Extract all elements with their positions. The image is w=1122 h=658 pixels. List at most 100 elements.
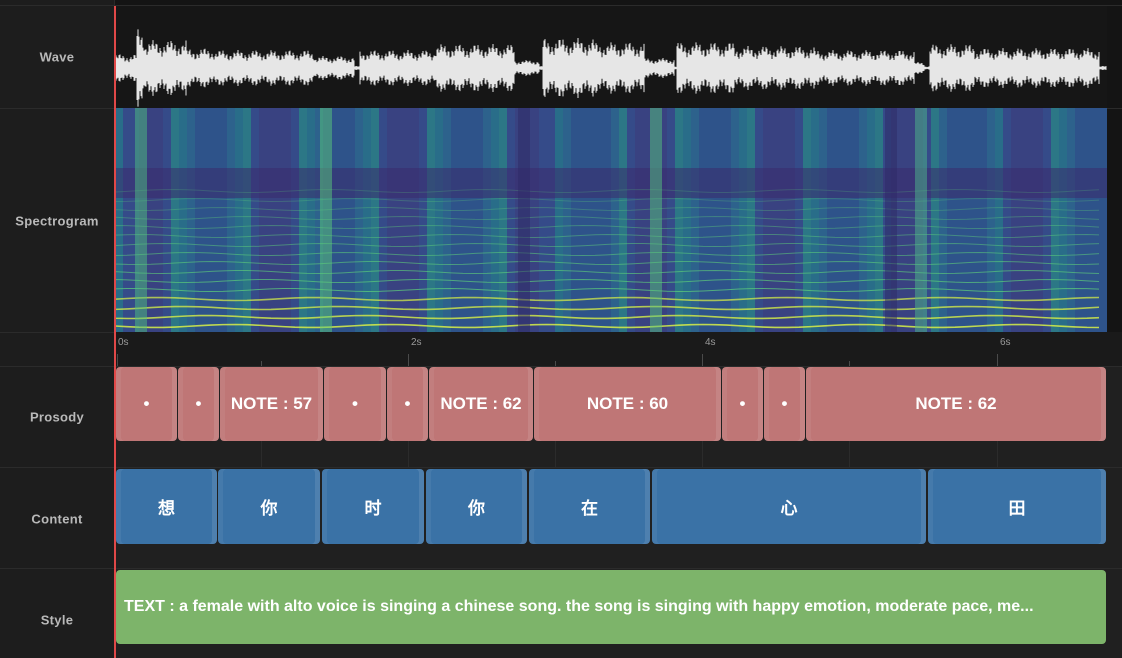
ruler-label-0: 0s [118,337,129,348]
waveform-path [114,29,1107,107]
spectrogram-column [227,108,235,332]
ruler-tick [555,361,556,366]
spectrogram-column [835,108,843,332]
spectrogram-column [571,108,579,332]
prosody-block[interactable]: NOTE : 62 [806,367,1106,441]
spectrogram-column [379,108,387,332]
prosody-block[interactable]: NOTE : 62 [429,367,533,441]
spectrogram-column [531,108,539,332]
style-lane: TEXT : a female with alto voice is singi… [115,569,1122,658]
spectrogram-column [1027,108,1035,332]
spectrogram-column [419,108,427,332]
spectrogram-column [387,108,395,332]
ruler-label-2: 2s [411,337,422,348]
spectrogram-column [371,108,379,332]
spectrogram-column [155,108,163,332]
spectrogram-onset [320,108,332,332]
spectrogram-onset [135,108,147,332]
spectrogram-column [675,108,683,332]
spectrogram-column [683,108,691,332]
prosody-block[interactable]: • [324,367,386,441]
prosody-block[interactable]: • [387,367,428,441]
ruler-tick [261,361,262,366]
spectrogram-column [307,108,315,332]
spectrogram-column [859,108,867,332]
spectrogram-column [235,108,243,332]
time-ruler[interactable]: 0s 2s 4s 6s [115,332,1122,366]
track-label-column: Wave Spectrogram Prosody Content Style [0,0,115,658]
content-block[interactable]: 你 [426,469,527,544]
spectrogram-column [203,108,211,332]
spectrogram-column [715,108,723,332]
spectrogram-column [251,108,259,332]
content-block[interactable]: 想 [116,469,217,544]
spectrogram-column [699,108,707,332]
spectrogram-column [363,108,371,332]
prosody-block[interactable]: • [722,367,763,441]
spectrogram-column [467,108,475,332]
spectrogram-column [211,108,219,332]
style-block[interactable]: TEXT : a female with alto voice is singi… [116,570,1106,644]
spectrogram-onset [518,108,530,332]
spectrogram-column [731,108,739,332]
ruler-tick [408,354,409,366]
spectrogram-column [851,108,859,332]
prosody-block[interactable]: NOTE : 60 [534,367,721,441]
spectrogram-track[interactable] [115,108,1107,332]
prosody-block[interactable]: • [764,367,805,441]
style-block-text: TEXT : a female with alto voice is singi… [124,598,1034,615]
spectrogram-column [843,108,851,332]
spectrogram-column [219,108,227,332]
spectrogram-column [867,108,875,332]
ruler-label-6: 6s [1000,337,1011,348]
content-block[interactable]: 你 [218,469,320,544]
spectrogram-column [987,108,995,332]
spectrogram-column [1099,108,1107,332]
spectrogram-column [395,108,403,332]
spectrogram-column [723,108,731,332]
content-block[interactable]: 田 [928,469,1106,544]
spectrogram-column [403,108,411,332]
spectrogram-column [691,108,699,332]
spectrogram-column [1043,108,1051,332]
spectrogram-band [115,168,1107,198]
waveform-track[interactable] [114,6,1107,108]
content-block[interactable]: 心 [652,469,926,544]
spectrogram-column [547,108,555,332]
spectrogram-column [579,108,587,332]
prosody-block[interactable]: NOTE : 57 [220,367,323,441]
spectrogram-column [259,108,267,332]
waveform-graphic [114,29,1107,107]
content-block[interactable]: 在 [529,469,650,544]
ruler-tick [117,354,118,366]
spectrogram-column [539,108,547,332]
spectrogram-column [1003,108,1011,332]
track-label-prosody: Prosody [29,409,85,425]
ruler-tick [997,354,998,366]
spectrogram-onset [915,108,927,332]
prosody-block[interactable]: • [178,367,219,441]
spectrogram-column [995,108,1003,332]
spectrogram-column [627,108,635,332]
spectrogram-column [1019,108,1027,332]
ruler-label-4: 4s [705,337,716,348]
content-block[interactable]: 时 [322,469,424,544]
spectrogram-onset [650,108,662,332]
prosody-block[interactable]: • [116,367,177,441]
spectrogram-column [939,108,947,332]
track-label-content: Content [31,511,83,527]
spectrogram-onset [885,108,897,332]
spectrogram-column [243,108,251,332]
ruler-tick [702,354,703,366]
timeline-editor: Wave Spectrogram Prosody Content Style 0… [0,0,1122,658]
spectrogram-column [707,108,715,332]
spectrogram-column [779,108,787,332]
playhead-cursor[interactable] [114,6,116,658]
spectrogram-column [1035,108,1043,332]
ruler-tick [849,361,850,366]
track-label-wave: Wave [39,49,75,65]
spectrogram-graphic [115,108,1107,332]
content-lane: 想 你 时 你 在 心 田 [115,468,1122,568]
spectrogram-column [563,108,571,332]
spectrogram-column [411,108,419,332]
